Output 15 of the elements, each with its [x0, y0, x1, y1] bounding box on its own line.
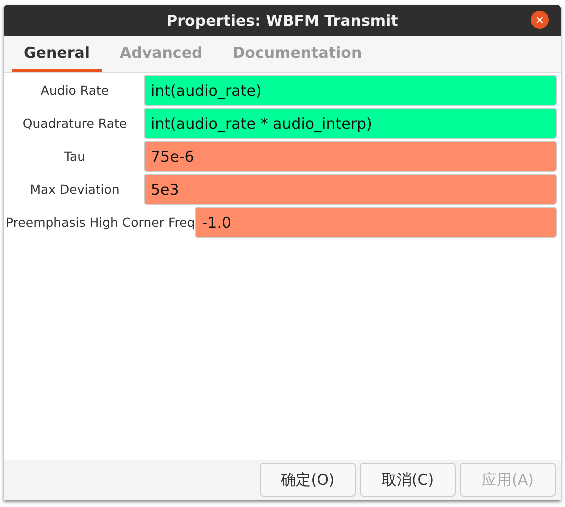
input-field[interactable]: 5e3 — [144, 174, 557, 205]
window-title: Properties: WBFM Transmit — [166, 12, 398, 30]
input-field[interactable]: int(audio_rate * audio_interp) — [144, 108, 557, 139]
close-button[interactable]: × — [531, 11, 549, 29]
field-label: Max Deviation — [29, 181, 121, 199]
dialog-button[interactable]: 确定(O) — [260, 463, 356, 497]
field-label: Preemphasis High Corner Freq — [5, 214, 196, 232]
field-label: Quadrature Rate — [22, 115, 128, 133]
input-field[interactable]: 75e-6 — [144, 141, 557, 172]
input-field[interactable]: -1.0 — [195, 207, 557, 238]
dialog-button[interactable]: 取消(C) — [360, 463, 456, 497]
field-label: Audio Rate — [40, 82, 110, 100]
field-label: Tau — [63, 148, 87, 166]
input-field[interactable]: int(audio_rate) — [144, 75, 557, 106]
tab[interactable]: General — [12, 36, 102, 72]
